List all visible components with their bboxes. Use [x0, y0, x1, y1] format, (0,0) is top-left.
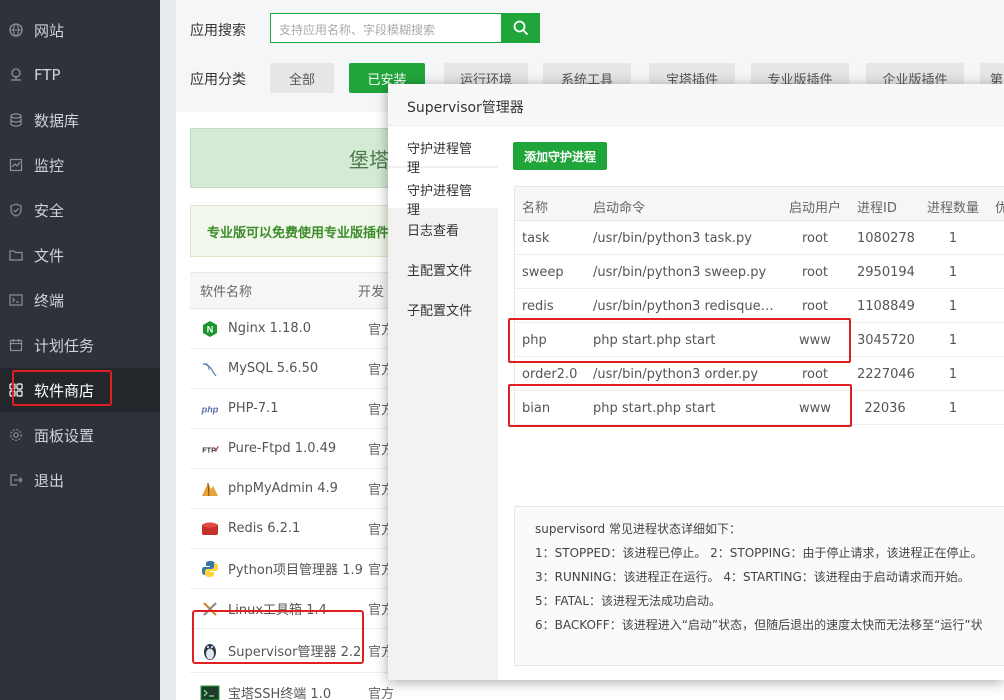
sidebar-item-website[interactable]: 网站: [0, 8, 160, 52]
mysql-icon: [200, 359, 220, 379]
globe-icon: [8, 22, 24, 38]
table-row[interactable]: sweep /usr/bin/python3 sweep.py root 295…: [515, 255, 1004, 289]
sidebar-item-label: 计划任务: [34, 336, 95, 355]
tab-main-config[interactable]: 主配置文件: [388, 248, 498, 288]
sidebar-item-files[interactable]: 文件: [0, 233, 160, 277]
python-icon: [200, 559, 220, 579]
sidebar-item-label: 文件: [34, 246, 65, 265]
info-line: supervisord 常见进程状态详细如下：: [535, 522, 741, 536]
info-line: 3：RUNNING：该进程正在运行。 4：STARTING：该进程由于启动请求而…: [535, 570, 970, 584]
svg-text:FTP: FTP: [202, 445, 216, 454]
calendar-icon: [8, 337, 24, 353]
redis-icon: [200, 519, 220, 539]
svg-text:php: php: [201, 404, 219, 414]
sidebar-item-label: 数据库: [34, 111, 80, 130]
column-header-priority: 优: [995, 201, 1004, 216]
highlight-box: [192, 610, 364, 664]
table-row[interactable]: Python项目管理器 1.9 官方: [190, 549, 400, 589]
highlight-box: [508, 318, 851, 363]
sidebar-item-terminal[interactable]: 终端: [0, 278, 160, 322]
search-label: 应用搜索: [190, 23, 246, 39]
tab-log-view[interactable]: 日志查看: [388, 208, 498, 248]
monitor-icon: [8, 157, 24, 173]
highlight-box: [508, 384, 852, 427]
tab-process-management[interactable]: 守护进程管理: [388, 168, 498, 218]
sidebar-item-label: 监控: [34, 156, 65, 175]
info-line: 5：FATAL：该进程无法成功启动。: [535, 594, 722, 608]
column-header-pid: 进程ID: [857, 201, 897, 216]
sidebar-item-cron[interactable]: 计划任务: [0, 323, 160, 367]
search-button[interactable]: [502, 13, 540, 43]
terminal-icon: [8, 292, 24, 308]
column-header-dev: 开发: [358, 285, 385, 300]
table-header: 软件名称 开发: [190, 273, 400, 309]
sidebar-item-database[interactable]: 数据库: [0, 98, 160, 142]
supervisor-modal: Supervisor管理器 守护进程管理 日志查看 主配置文件 子配置文件 守护…: [388, 84, 1004, 680]
sidebar-item-ftp[interactable]: FTP: [0, 53, 160, 97]
table-row[interactable]: task /usr/bin/python3 task.py root 10802…: [515, 221, 1004, 255]
logout-icon: [8, 472, 24, 488]
nginx-icon: N: [200, 319, 220, 339]
sidebar-item-label: 网站: [34, 21, 65, 40]
gear-icon: [8, 427, 24, 443]
table-row[interactable]: MySQL 5.6.50 官方: [190, 349, 400, 389]
sidebar-item-label: 终端: [34, 291, 65, 310]
ftp-icon: [8, 67, 24, 83]
sidebar: 网站 FTP 数据库 监控 安全 文件 终端 计划任务 软件商店 面板设置 退出: [0, 0, 160, 700]
modal-sidebar: 守护进程管理 日志查看 主配置文件 子配置文件: [388, 126, 498, 680]
category-label: 应用分类: [190, 72, 246, 88]
table-row[interactable]: N Nginx 1.18.0 官方: [190, 309, 400, 349]
column-header-command: 启动命令: [593, 201, 646, 216]
info-line: 6：BACKOFF：该进程进入“启动”状态，但随后退出的速度太快而无法移至“运行…: [535, 618, 983, 632]
sidebar-item-label: 面板设置: [34, 426, 95, 445]
sidebar-item-security[interactable]: 安全: [0, 188, 160, 232]
sidebar-item-label: 安全: [34, 201, 65, 220]
category-all-button[interactable]: 全部: [270, 63, 334, 93]
terminal-icon: [200, 683, 220, 700]
sidebar-item-label: FTP: [34, 66, 61, 84]
add-daemon-button[interactable]: 添加守护进程: [513, 142, 607, 170]
status-info-panel: supervisord 常见进程状态详细如下： 1：STOPPED：该进程已停止…: [514, 506, 1004, 666]
table-row[interactable]: php PHP-7.1 官方: [190, 389, 400, 429]
shield-icon: [8, 202, 24, 218]
ftp-icon: FTP: [200, 439, 220, 459]
promo-banner[interactable]: 堡塔: [190, 128, 400, 188]
tab-sub-config[interactable]: 子配置文件: [388, 288, 498, 328]
table-row[interactable]: FTP Pure-Ftpd 1.0.49 官方: [190, 429, 400, 469]
php-icon: php: [200, 399, 220, 419]
table-row[interactable]: phpMyAdmin 4.9 官方: [190, 469, 400, 509]
sidebar-item-logout[interactable]: 退出: [0, 458, 160, 502]
search-icon: [513, 20, 529, 36]
table-row[interactable]: 宝塔SSH终端 1.0 官方: [190, 673, 400, 700]
sidebar-item-monitor[interactable]: 监控: [0, 143, 160, 187]
phpmyadmin-icon: [200, 479, 220, 499]
pro-banner[interactable]: 专业版可以免费使用专业版插件: [190, 205, 400, 257]
folder-icon: [8, 247, 24, 263]
database-icon: [8, 112, 24, 128]
column-header-name: 名称: [522, 201, 549, 216]
table-row[interactable]: Redis 6.2.1 官方: [190, 509, 400, 549]
modal-title: Supervisor管理器: [388, 84, 1004, 126]
info-line: 1：STOPPED：该进程已停止。 2：STOPPING：由于停止请求，该进程正…: [535, 546, 983, 560]
sidebar-item-label: 退出: [34, 471, 65, 490]
search-input[interactable]: 支持应用名称、字段模糊搜索: [270, 13, 502, 43]
column-header-name: 软件名称: [200, 285, 253, 300]
column-header-user: 启动用户: [789, 201, 842, 216]
tab-process-management[interactable]: 守护进程管理: [388, 126, 498, 176]
column-header-count: 进程数量: [927, 201, 980, 216]
table-header: 名称 启动命令 启动用户 进程ID 进程数量 优: [515, 187, 1004, 221]
highlight-box: [12, 370, 112, 406]
svg-text:N: N: [207, 324, 214, 334]
sidebar-item-panel-settings[interactable]: 面板设置: [0, 413, 160, 457]
